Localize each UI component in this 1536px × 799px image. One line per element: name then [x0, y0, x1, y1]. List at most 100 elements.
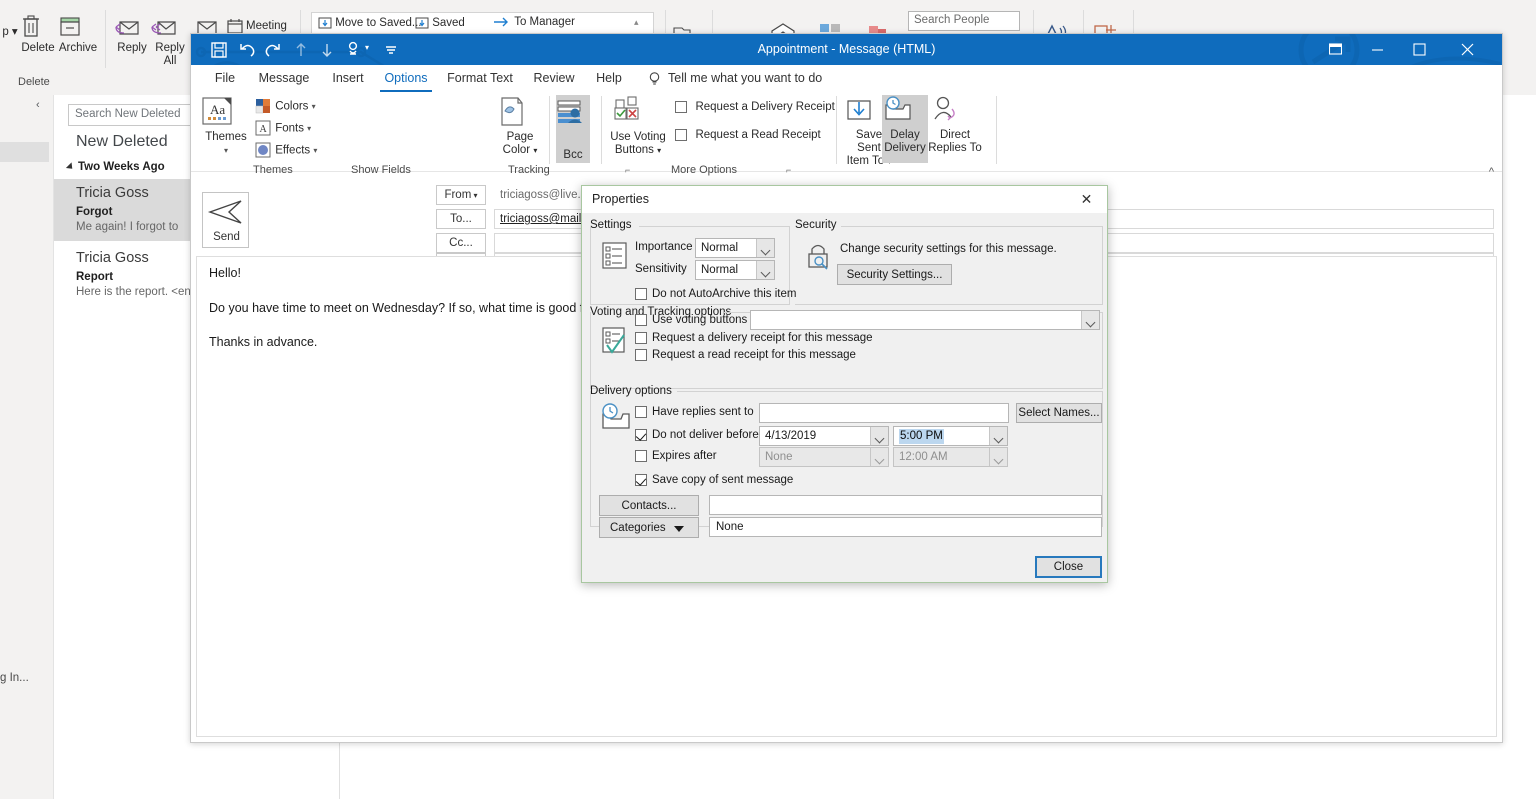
ribbon-button-reply[interactable]: Reply — [114, 14, 150, 55]
ribbon-effects-button[interactable]: Effects ▾ — [255, 142, 317, 159]
do-not-deliver-date-select[interactable]: 4/13/2019 — [759, 426, 889, 446]
ribbon-item-label: Effects — [275, 144, 311, 157]
ribbon-button-reply-all[interactable]: Reply All — [150, 14, 190, 68]
list-group-header[interactable]: Two Weeks Ago — [78, 161, 165, 173]
chevron-down-icon[interactable] — [756, 261, 774, 279]
chevron-down-icon[interactable] — [1081, 311, 1099, 329]
ribbon-page-color-button[interactable]: Page Color ▾ — [496, 95, 544, 157]
tab-help[interactable]: Help — [589, 65, 629, 92]
tab-file[interactable]: File — [205, 65, 245, 92]
ribbon-direct-replies-button[interactable]: Direct Replies To — [928, 95, 982, 155]
tab-insert[interactable]: Insert — [323, 65, 373, 92]
contacts-button[interactable]: Contacts... — [599, 495, 699, 516]
checkbox-save-copy-of-sent-message[interactable] — [635, 474, 647, 486]
have-replies-input[interactable] — [759, 403, 1009, 423]
redo-icon[interactable] — [263, 40, 283, 60]
collapse-nav-icon[interactable]: ‹ — [36, 99, 40, 111]
chevron-down-icon[interactable] — [989, 427, 1007, 445]
checkbox-do-not-autoarchive[interactable] — [635, 288, 647, 300]
categories-input[interactable]: None — [709, 517, 1102, 537]
importance-select[interactable]: Normal — [695, 238, 775, 258]
maximize-icon[interactable] — [1398, 34, 1440, 65]
attach-dropdown-icon[interactable]: ▾ — [365, 43, 369, 52]
checkbox-delivery-receipt[interactable] — [675, 100, 687, 113]
ribbon-request-delivery-receipt[interactable]: Request a Delivery Receipt — [675, 98, 835, 116]
send-button[interactable]: Send — [202, 192, 249, 248]
attach-icon[interactable] — [343, 40, 363, 60]
chevron-down-icon[interactable] — [870, 427, 888, 445]
effects-icon — [255, 142, 272, 159]
importance-value: Normal — [701, 242, 739, 254]
checkbox-request-read-receipt[interactable] — [635, 349, 647, 361]
chevron-down-icon[interactable]: ▾ — [313, 146, 317, 155]
quick-steps-toolbar[interactable]: Move to Saved... Saved To Manager ▴ — [311, 12, 654, 34]
quick-step-to-manager[interactable]: To Manager — [493, 16, 575, 28]
security-settings-button[interactable]: Security Settings... — [837, 264, 952, 285]
themes-dropdown-icon[interactable]: ▾ — [200, 144, 252, 157]
tracking-dialog-launcher-icon[interactable]: ⌐ — [625, 165, 630, 175]
ribbon-bcc-button[interactable]: Bcc — [556, 99, 590, 162]
ribbon-fonts-button[interactable]: A Fonts ▾ — [255, 120, 311, 137]
ribbon-group-label-more-options: More Options — [671, 164, 738, 176]
sensitivity-select[interactable]: Normal — [695, 260, 775, 280]
to-button[interactable]: To... — [436, 209, 486, 229]
chevron-down-icon[interactable]: ▾ — [312, 102, 316, 111]
contacts-input[interactable] — [709, 495, 1102, 515]
collapse-ribbon-icon[interactable]: ^ — [1489, 166, 1494, 178]
chevron-down-icon[interactable] — [989, 448, 1007, 466]
ribbon-button-archive[interactable]: Archive — [58, 14, 98, 55]
ribbon-item-label-l2: Replies To — [928, 142, 982, 154]
more-options-dialog-launcher-icon[interactable]: ⌐ — [786, 165, 791, 175]
ribbon-request-read-receipt[interactable]: Request a Read Receipt — [675, 126, 821, 144]
voting-buttons-select[interactable] — [750, 310, 1100, 330]
nav-selected-folder[interactable] — [0, 142, 49, 162]
up-arrow-icon[interactable] — [291, 40, 311, 60]
close-button[interactable]: Close — [1035, 556, 1102, 578]
customize-qat-icon[interactable] — [381, 40, 401, 60]
group-collapse-icon[interactable] — [65, 162, 76, 172]
chevron-down-icon[interactable] — [756, 239, 774, 257]
cc-button[interactable]: Cc... — [436, 233, 486, 253]
minimize-icon[interactable] — [1356, 34, 1398, 65]
ribbon-themes-button[interactable]: Aa Themes ▾ — [200, 95, 252, 157]
close-icon[interactable] — [1446, 34, 1488, 65]
expires-after-time-select[interactable]: 12:00 AM — [893, 447, 1008, 467]
expires-after-date-select[interactable]: None — [759, 447, 889, 467]
reading-pane-bottom — [340, 745, 1536, 799]
do-not-deliver-time-select[interactable]: 5:00 PM — [893, 426, 1008, 446]
search-people-input[interactable]: Search People — [908, 11, 1020, 31]
checkbox-have-replies-sent-to[interactable] — [635, 406, 647, 418]
categories-button[interactable]: Categories — [599, 517, 699, 538]
checkbox-expires-after[interactable] — [635, 450, 647, 462]
chevron-down-icon[interactable] — [870, 448, 888, 466]
archive-box-icon — [58, 14, 98, 40]
chevron-down-icon[interactable]: ▾ — [307, 124, 311, 133]
ribbon-use-voting-button[interactable]: Use Voting Buttons ▾ — [610, 95, 666, 157]
ribbon-display-options-icon[interactable] — [1314, 34, 1356, 65]
select-names-button[interactable]: Select Names... — [1016, 403, 1102, 423]
ribbon-button-delete[interactable]: Delete — [20, 14, 56, 55]
checkbox-use-voting-buttons[interactable] — [635, 314, 647, 326]
down-arrow-icon[interactable] — [317, 40, 337, 60]
body-line-2: Do you have time to meet on Wednesday? I… — [209, 301, 591, 315]
quick-step-move-to-saved[interactable]: Move to Saved... — [318, 16, 422, 30]
undo-icon[interactable] — [237, 40, 257, 60]
checkbox-request-delivery-receipt[interactable] — [635, 332, 647, 344]
tell-me-input[interactable]: Tell me what you want to do — [668, 65, 822, 92]
from-button[interactable]: From ▾ — [436, 185, 486, 205]
ribbon-colors-button[interactable]: Colors ▾ — [255, 98, 316, 115]
dialog-close-icon[interactable]: ✕ — [1070, 186, 1103, 213]
tab-options[interactable]: Options — [379, 65, 433, 92]
checkbox-do-not-deliver-before[interactable] — [635, 429, 647, 441]
ribbon-delay-delivery-button[interactable]: Delay Delivery — [882, 95, 928, 155]
quick-step-saved[interactable]: Saved — [415, 16, 465, 30]
tab-format-text[interactable]: Format Text — [441, 65, 519, 92]
checkbox-read-receipt[interactable] — [675, 128, 687, 141]
save-icon[interactable] — [209, 40, 229, 60]
ribbon-item-label-l1: Page — [506, 131, 534, 143]
tab-message[interactable]: Message — [251, 65, 317, 92]
quick-steps-more-icon[interactable]: ▴ — [634, 17, 639, 28]
tab-review[interactable]: Review — [527, 65, 581, 92]
delivery-group-line — [677, 391, 1103, 392]
reply-envelope-icon — [114, 14, 150, 40]
